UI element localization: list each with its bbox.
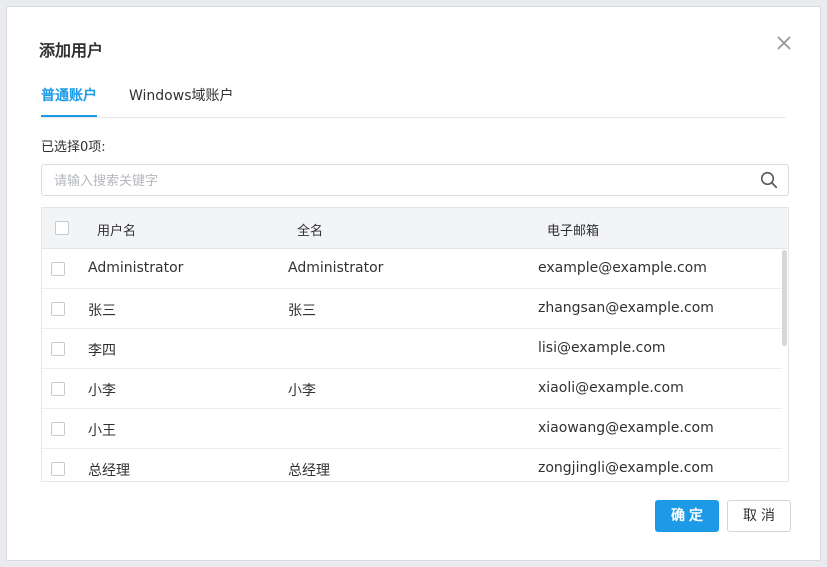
cell-username: 总经理: [88, 463, 130, 479]
table-row[interactable]: 小李 小李 xiaoli@example.com: [42, 369, 782, 409]
row-checkbox[interactable]: [51, 422, 65, 436]
row-checkbox[interactable]: [51, 382, 65, 396]
cell-email: lisi@example.com: [538, 340, 666, 356]
cell-fullname: Administrator: [288, 260, 384, 276]
cell-username: 小李: [88, 383, 116, 399]
user-table: 用户名 全名 电子邮箱 Administrator Administrator …: [41, 207, 789, 482]
cell-email: xiaoli@example.com: [538, 380, 684, 396]
table-row[interactable]: 总经理 总经理 zongjingli@example.com: [42, 449, 782, 481]
row-checkbox[interactable]: [51, 462, 65, 476]
column-header-username[interactable]: 用户名: [97, 220, 136, 239]
cell-username: Administrator: [88, 260, 184, 276]
table-scrollbar[interactable]: [782, 250, 787, 346]
tab-windows-domain-account[interactable]: Windows域账户: [129, 85, 234, 116]
cell-fullname: 小李: [288, 383, 316, 399]
table-row[interactable]: 张三 张三 zhangsan@example.com: [42, 289, 782, 329]
cell-username: 李四: [88, 343, 116, 359]
account-type-tabs: 普通账户 Windows域账户: [41, 81, 786, 118]
cancel-button[interactable]: 取消: [727, 500, 791, 532]
row-checkbox[interactable]: [51, 302, 65, 316]
column-header-fullname[interactable]: 全名: [297, 220, 323, 239]
cell-email: zongjingli@example.com: [538, 460, 714, 476]
selected-count-label: 已选择0项:: [41, 140, 106, 155]
cell-username: 小王: [88, 423, 116, 439]
dialog-title: 添加用户: [39, 41, 104, 60]
search-icon: [760, 171, 778, 189]
cell-email: example@example.com: [538, 260, 707, 276]
table-row[interactable]: 小王 xiaowang@example.com: [42, 409, 782, 449]
table-row[interactable]: Administrator Administrator example@exam…: [42, 249, 782, 289]
column-header-email[interactable]: 电子邮箱: [547, 220, 599, 239]
close-button[interactable]: [774, 33, 794, 53]
cell-username: 张三: [88, 303, 116, 319]
search-box: [41, 164, 789, 197]
close-icon: [777, 36, 791, 50]
table-row[interactable]: 李四 lisi@example.com: [42, 329, 782, 369]
search-input[interactable]: [52, 165, 746, 197]
add-user-dialog: 添加用户 普通账户 Windows域账户 已选择0项: 用户名 全名 电子邮箱: [6, 6, 821, 561]
cell-email: zhangsan@example.com: [538, 300, 714, 316]
cell-fullname: 张三: [288, 303, 316, 319]
tab-normal-account[interactable]: 普通账户: [41, 85, 97, 117]
confirm-button[interactable]: 确定: [655, 500, 719, 532]
row-checkbox[interactable]: [51, 342, 65, 356]
select-all-checkbox[interactable]: [55, 221, 69, 235]
search-button[interactable]: [760, 171, 778, 189]
cell-fullname: 总经理: [288, 463, 330, 479]
row-checkbox[interactable]: [51, 262, 65, 276]
cell-email: xiaowang@example.com: [538, 420, 714, 436]
table-header: 用户名 全名 电子邮箱: [42, 208, 788, 249]
